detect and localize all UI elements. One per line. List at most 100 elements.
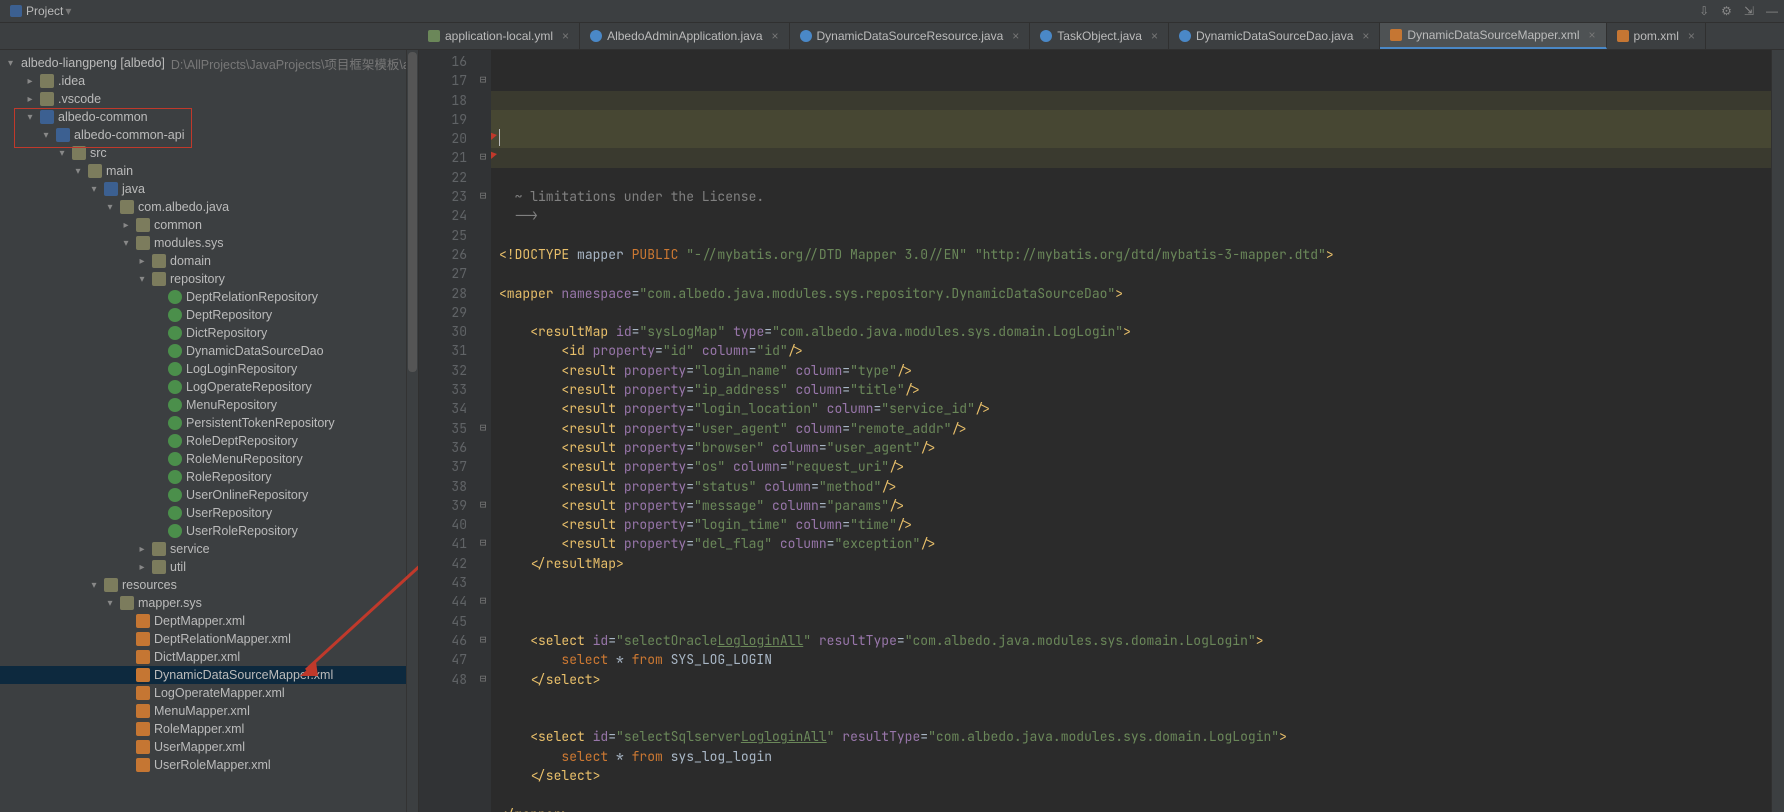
code-line[interactable]: <select id="selectOracleLogloginAll" res… — [499, 631, 1771, 650]
chevron-icon[interactable]: ▸ — [136, 561, 148, 573]
code-editor[interactable]: 1617181920212223242526272829303132333435… — [419, 50, 1784, 812]
code-line[interactable] — [499, 303, 1771, 322]
chevron-icon[interactable]: ▾ — [136, 273, 148, 285]
code-line[interactable]: <id property="id" column="id"/> — [499, 341, 1771, 360]
fold-handle[interactable]: ⊟ — [475, 148, 491, 167]
tool-expand-icon[interactable]: ⇲ — [1744, 4, 1754, 18]
tree-node[interactable]: LogLoginRepository — [0, 360, 418, 378]
fold-handle[interactable]: ⊟ — [475, 592, 491, 611]
fold-handle[interactable]: ⊟ — [475, 496, 491, 515]
close-icon[interactable]: × — [1362, 29, 1369, 43]
chevron-icon[interactable]: ▾ — [104, 201, 116, 213]
tree-node[interactable]: RoleMenuRepository — [0, 450, 418, 468]
tab-application-local-yml[interactable]: application-local.yml× — [418, 23, 580, 49]
code-line[interactable]: <result property="status" column="method… — [499, 477, 1771, 496]
tree-node[interactable]: PersistentTokenRepository — [0, 414, 418, 432]
code-line[interactable]: <result property="del_flag" column="exce… — [499, 534, 1771, 553]
tree-node[interactable]: RoleRepository — [0, 468, 418, 486]
tree-node[interactable]: DictRepository — [0, 324, 418, 342]
code-line[interactable] — [499, 785, 1771, 804]
dropdown-icon[interactable]: ▾ — [65, 4, 71, 18]
tree-node[interactable]: ▾resources — [0, 576, 418, 594]
code-line[interactable]: select * from SYS_LOG_LOGIN — [499, 650, 1771, 669]
tree-node[interactable]: MenuRepository — [0, 396, 418, 414]
code-line[interactable] — [499, 592, 1771, 611]
code-line[interactable] — [499, 264, 1771, 283]
tree-node[interactable]: DeptRepository — [0, 306, 418, 324]
code-line[interactable]: ~ limitations under the License. — [499, 187, 1771, 206]
tree-node[interactable]: ▾albedo-liangpeng [albedo]D:\AllProjects… — [0, 54, 418, 72]
tree-node[interactable]: MenuMapper.xml — [0, 702, 418, 720]
chevron-icon[interactable]: ▸ — [24, 93, 36, 105]
code-line[interactable]: <result property="browser" column="user_… — [499, 438, 1771, 457]
tab-dynamicdatasourceresource-java[interactable]: DynamicDataSourceResource.java× — [790, 23, 1031, 49]
tree-node[interactable]: UserRepository — [0, 504, 418, 522]
chevron-icon[interactable]: ▾ — [40, 129, 52, 141]
tree-node[interactable]: DeptRelationMapper.xml — [0, 630, 418, 648]
tree-node[interactable]: LogOperateMapper.xml — [0, 684, 418, 702]
tab-dynamicdatasourcedao-java[interactable]: DynamicDataSourceDao.java× — [1169, 23, 1380, 49]
code-line[interactable] — [499, 612, 1771, 631]
chevron-icon[interactable]: ▾ — [104, 597, 116, 609]
tree-node[interactable]: UserOnlineRepository — [0, 486, 418, 504]
code-line[interactable]: </mapper> — [499, 805, 1771, 812]
tree-node[interactable]: ▸.vscode — [0, 90, 418, 108]
editor-code-area[interactable]: ~ limitations under the License. --> <!DO… — [491, 50, 1771, 812]
tree-node[interactable]: UserMapper.xml — [0, 738, 418, 756]
code-line[interactable]: <result property="message" column="param… — [499, 496, 1771, 515]
tree-node[interactable]: UserRoleRepository — [0, 522, 418, 540]
code-line[interactable]: <resultMap id="sysLogMap" type="com.albe… — [499, 322, 1771, 341]
close-icon[interactable]: × — [1688, 29, 1695, 43]
chevron-icon[interactable]: ▾ — [120, 237, 132, 249]
chevron-icon[interactable]: ▸ — [120, 219, 132, 231]
tree-node[interactable]: RoleDeptRepository — [0, 432, 418, 450]
code-line[interactable]: <select id="selectSqlserverLogloginAll" … — [499, 727, 1771, 746]
tree-node[interactable]: DynamicDataSourceMapper.xml — [0, 666, 418, 684]
tab-pom-xml[interactable]: pom.xml× — [1607, 23, 1706, 49]
tool-hide-icon[interactable]: — — [1766, 4, 1778, 18]
tree-node[interactable]: ▾src — [0, 144, 418, 162]
fold-handle[interactable]: ⊟ — [475, 670, 491, 689]
fold-handle[interactable]: ⊟ — [475, 187, 491, 206]
code-line[interactable]: select * from sys_log_login — [499, 747, 1771, 766]
code-line[interactable]: </select> — [499, 670, 1771, 689]
tree-node[interactable]: ▾albedo-common — [0, 108, 418, 126]
code-line[interactable]: <mapper namespace="com.albedo.java.modul… — [499, 284, 1771, 303]
tab-dynamicdatasourcemapper-xml[interactable]: DynamicDataSourceMapper.xml× — [1380, 23, 1606, 49]
chevron-icon[interactable]: ▸ — [136, 543, 148, 555]
code-line[interactable]: </resultMap> — [499, 554, 1771, 573]
tree-node[interactable]: ▾main — [0, 162, 418, 180]
tree-node[interactable]: ▾com.albedo.java — [0, 198, 418, 216]
code-line[interactable]: <result property="login_location" column… — [499, 399, 1771, 418]
tree-node[interactable]: DynamicDataSourceDao — [0, 342, 418, 360]
close-icon[interactable]: × — [772, 29, 779, 43]
fold-handle[interactable]: ⊟ — [475, 534, 491, 553]
tree-node[interactable]: ▸domain — [0, 252, 418, 270]
code-line[interactable] — [499, 226, 1771, 245]
chevron-icon[interactable]: ▾ — [88, 183, 100, 195]
fold-handle[interactable]: ⊟ — [475, 631, 491, 650]
editor-scrollbar[interactable] — [1771, 50, 1784, 812]
code-line[interactable]: </select> — [499, 766, 1771, 785]
code-line[interactable] — [499, 708, 1771, 727]
tab-albedoadminapplication-java[interactable]: AlbedoAdminApplication.java× — [580, 23, 789, 49]
tree-node[interactable]: ▾mapper.sys — [0, 594, 418, 612]
chevron-icon[interactable]: ▸ — [136, 255, 148, 267]
tree-node[interactable]: ▾modules.sys — [0, 234, 418, 252]
code-line[interactable]: <result property="ip_address" column="ti… — [499, 380, 1771, 399]
project-scrollbar[interactable] — [406, 50, 418, 812]
code-line[interactable]: <result property="login_time" column="ti… — [499, 515, 1771, 534]
tool-collapse-icon[interactable]: ⇩ — [1699, 4, 1709, 18]
code-line[interactable]: <result property="user_agent" column="re… — [499, 419, 1771, 438]
tree-node[interactable]: ▾repository — [0, 270, 418, 288]
fold-handle[interactable]: ⊟ — [475, 71, 491, 90]
tree-node[interactable]: ▾albedo-common-api — [0, 126, 418, 144]
tree-node[interactable]: ▸common — [0, 216, 418, 234]
code-line[interactable]: --> — [499, 206, 1771, 225]
code-line[interactable]: <!DOCTYPE mapper PUBLIC "-//mybatis.org/… — [499, 245, 1771, 264]
close-icon[interactable]: × — [1012, 29, 1019, 43]
tree-node[interactable]: ▸service — [0, 540, 418, 558]
tree-node[interactable]: ▸util — [0, 558, 418, 576]
tree-node[interactable]: DeptMapper.xml — [0, 612, 418, 630]
tree-node[interactable]: DictMapper.xml — [0, 648, 418, 666]
